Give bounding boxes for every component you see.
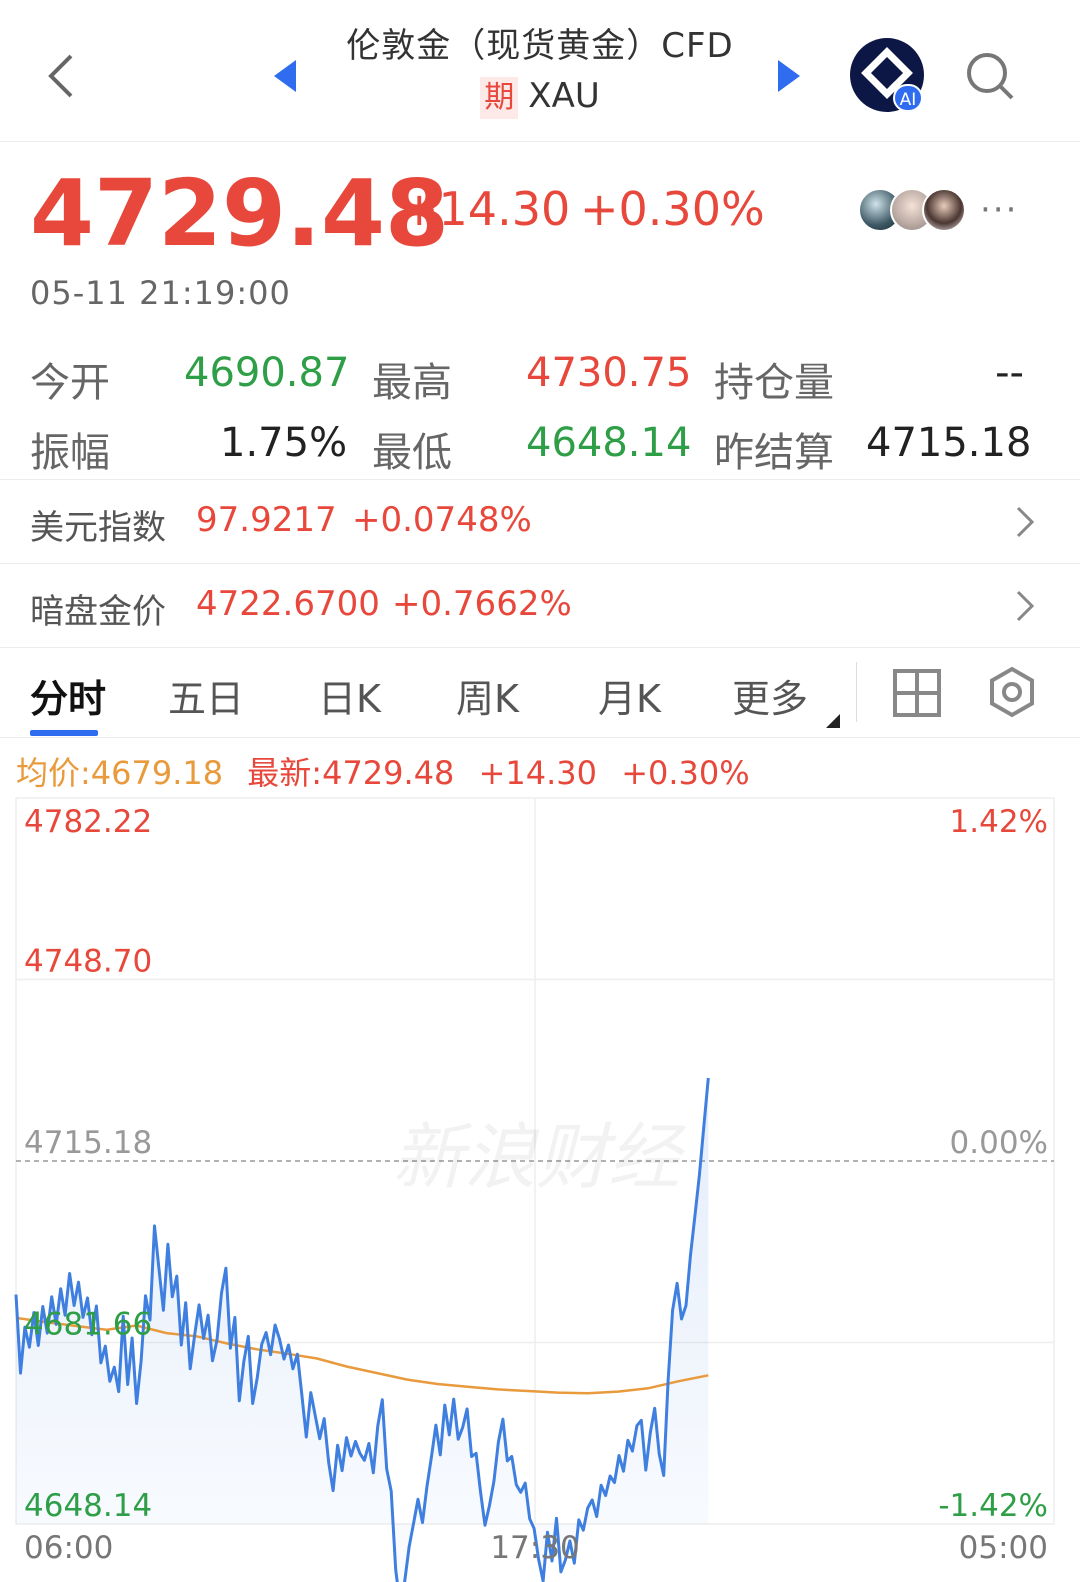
tab-monthly-k[interactable]: 月K	[598, 668, 661, 723]
y-axis-pct-label: -1.42%	[938, 1488, 1048, 1524]
low-value: 4648.14	[526, 420, 692, 466]
price-change-pct: +0.30%	[580, 182, 765, 236]
next-symbol-button[interactable]	[772, 56, 806, 96]
related-label: 美元指数	[30, 508, 166, 548]
chart-period-tabs: 分时 五日 日K 周K 月K 更多	[0, 648, 1080, 738]
usd-index-row[interactable]: 美元指数 97.9217 +0.0748%	[0, 480, 1080, 564]
ai-assistant-button[interactable]: AI	[850, 38, 924, 112]
dark-gold-price-row[interactable]: 暗盘金价 4722.6700 +0.7662%	[0, 564, 1080, 648]
top-bar: 伦敦金（现货黄金）CFD 期 XAU AI	[0, 0, 1080, 142]
intraday-chart[interactable]: 新浪财经 4782.22 4748.70 4715.18 4681.66 4648.14…	[0, 790, 1080, 1582]
low-label: 最低	[372, 430, 452, 476]
latest-pct-legend: +0.30%	[621, 754, 750, 792]
x-axis-label: 06:00	[24, 1530, 113, 1566]
y-axis-label: 4782.22	[24, 804, 152, 840]
y-axis-label: 4748.70	[24, 944, 152, 980]
open-label: 今开	[30, 360, 110, 406]
futures-badge: 期	[480, 77, 519, 119]
dropdown-corner-icon	[826, 714, 840, 728]
chart-legend: 均价:4679.18 最新:4729.48 +14.30 +0.30%	[16, 748, 764, 794]
amplitude-value: 1.75%	[220, 420, 348, 466]
tab-intraday[interactable]: 分时	[30, 668, 106, 723]
grid-icon[interactable]	[892, 668, 942, 718]
open-value: 4690.87	[184, 350, 350, 396]
search-icon[interactable]	[964, 50, 1016, 102]
x-axis-label: 05:00	[959, 1530, 1048, 1566]
high-value: 4730.75	[526, 350, 692, 396]
chevron-right-icon	[1016, 506, 1035, 538]
y-axis-pct-label: 0.00%	[950, 1125, 1048, 1161]
more-options-button[interactable]: ···	[980, 190, 1018, 230]
tab-weekly-k[interactable]: 周K	[456, 668, 519, 723]
community-avatars[interactable]	[858, 188, 970, 234]
amplitude-label: 振幅	[30, 430, 110, 476]
tab-more[interactable]: 更多	[732, 668, 808, 723]
related-value: 97.9217	[196, 500, 337, 540]
active-tab-indicator	[30, 730, 98, 736]
related-label: 暗盘金价	[30, 592, 166, 632]
prev-settle-value: 4715.18	[866, 420, 1032, 466]
y-axis-label: 4681.66	[24, 1307, 152, 1343]
ai-tag: AI	[893, 84, 923, 112]
tab-five-day[interactable]: 五日	[168, 668, 244, 723]
settings-icon[interactable]	[986, 666, 1038, 718]
current-price: 4729.48	[30, 160, 450, 267]
avg-price-legend: 均价:4679.18	[16, 754, 224, 792]
y-axis-label: 4648.14	[24, 1488, 152, 1524]
intraday-chart-svg: 新浪财经 4782.22 4748.70 4715.18 4681.66 4648.14…	[14, 797, 1055, 1582]
related-change: +0.0748%	[352, 500, 532, 540]
quote-timestamp: 05-11 21:19:00	[30, 274, 291, 312]
open-interest-label: 持仓量	[714, 360, 834, 406]
watermark: 新浪财经	[392, 1115, 687, 1199]
avatar	[922, 188, 966, 232]
y-axis-label: 4715.18	[24, 1125, 152, 1161]
open-interest-value: --	[995, 350, 1024, 396]
tab-daily-k[interactable]: 日K	[318, 668, 381, 723]
chevron-right-icon	[1016, 590, 1035, 622]
latest-change-legend: +14.30	[478, 754, 598, 792]
price-change: +14.30	[400, 182, 571, 236]
divider	[856, 662, 857, 722]
x-axis-label: 17:30	[490, 1530, 579, 1566]
prev-settle-label: 昨结算	[714, 430, 834, 476]
related-change: +0.7662%	[392, 584, 572, 624]
related-value: 4722.6700	[196, 584, 380, 624]
latest-price-legend: 最新:4729.48	[247, 754, 455, 792]
high-label: 最高	[372, 360, 452, 406]
symbol-code: XAU	[528, 76, 600, 116]
y-axis-pct-label: 1.42%	[950, 804, 1048, 840]
